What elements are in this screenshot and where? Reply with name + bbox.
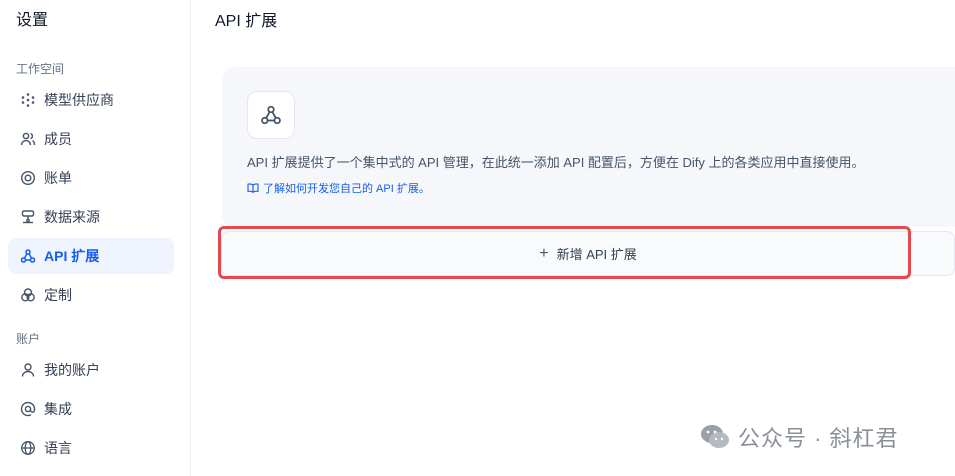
sidebar-item-members[interactable]: 成员 [8,121,174,157]
watermark-text: 公众号 · 斜杠君 [738,426,899,451]
database-icon [20,209,36,225]
sidebar-item-billing[interactable]: 账单 [8,160,174,196]
sidebar-item-label: 成员 [44,131,72,147]
sidebar-item-api-extension[interactable]: API 扩展 [8,238,174,274]
sidebar-item-model-provider[interactable]: 模型供应商 [8,82,174,118]
settings-sidebar: 设置 工作空间 模型供应商 成员 账单 数据来源 API 扩展 定制 账户 我的… [0,0,191,476]
webhook-icon [20,248,36,264]
sidebar-item-my-account[interactable]: 我的账户 [8,352,174,388]
sidebar-title: 设置 [16,12,49,29]
coin-icon [20,170,36,186]
at-sign-icon [20,401,36,417]
cube-dots-icon [20,92,36,108]
sidebar-item-label: 集成 [44,401,72,417]
section-label-workspace: 工作空间 [16,62,65,76]
sidebar-item-label: API 扩展 [44,248,100,264]
doc-link[interactable]: 了解如何开发您自己的 API 扩展。 [247,180,430,196]
palette-icon [20,287,36,303]
users-icon [20,131,36,147]
add-button-label: 新增 API 扩展 [556,247,637,262]
api-extension-intro-card: API 扩展提供了一个集中式的 API 管理，在此统一添加 API 配置后，方便… [222,67,955,227]
book-icon [247,182,259,194]
plus-icon: + [539,244,549,262]
intro-description: API 扩展提供了一个集中式的 API 管理，在此统一添加 API 配置后，方便… [247,155,865,170]
sidebar-item-integrations[interactable]: 集成 [8,391,174,427]
doc-link-label: 了解如何开发您自己的 API 扩展。 [263,183,430,195]
add-api-extension-button[interactable]: + 新增 API 扩展 [221,231,955,276]
sidebar-item-label: 定制 [44,287,72,303]
sidebar-item-label: 我的账户 [44,362,100,378]
sidebar-item-language[interactable]: 语言 [8,430,174,466]
user-icon [20,362,36,378]
section-label-account: 账户 [16,332,41,346]
main-content: API 扩展 API 扩展提供了一个集中式的 API 管理，在此统一添加 API… [192,0,955,476]
sidebar-item-label: 数据来源 [44,209,100,225]
globe-icon [20,440,36,456]
sidebar-item-label: 语言 [44,440,72,456]
sidebar-item-customization[interactable]: 定制 [8,277,174,313]
webhook-icon [247,91,295,139]
wechat-icon [700,424,730,450]
sidebar-item-data-source[interactable]: 数据来源 [8,199,174,235]
sidebar-item-label: 账单 [44,170,72,186]
watermark: 公众号 · 斜杠君 [700,421,899,453]
sidebar-item-label: 模型供应商 [44,92,114,108]
page-title: API 扩展 [215,13,278,30]
